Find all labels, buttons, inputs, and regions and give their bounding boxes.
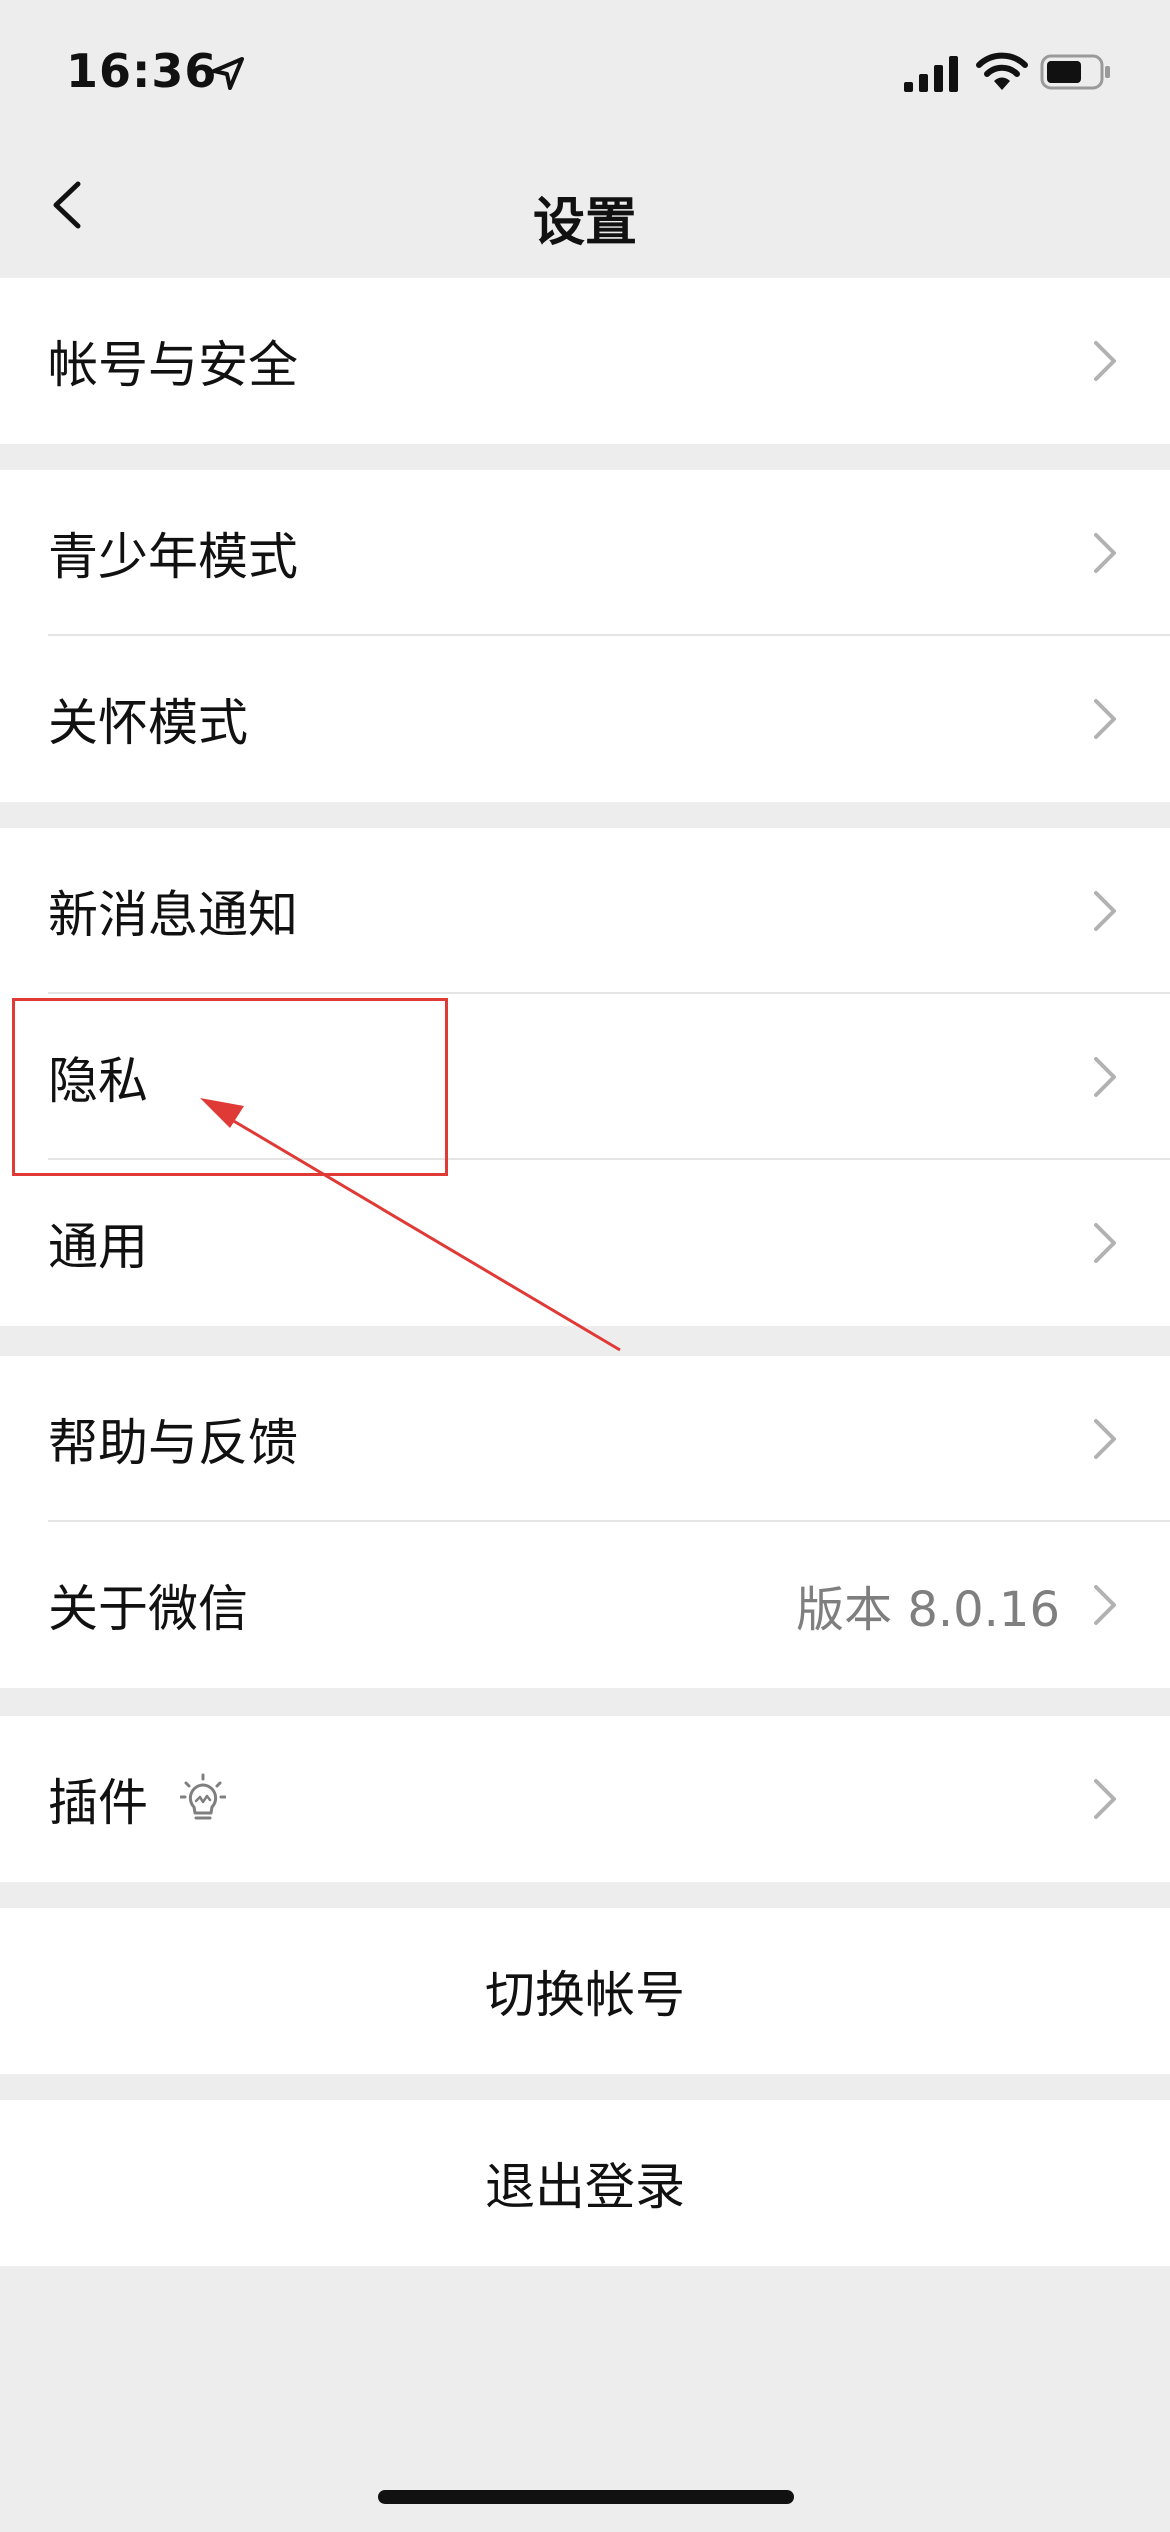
settings-item-care-mode[interactable]: 关怀模式: [0, 636, 1170, 802]
settings-group-plugins: 插件: [0, 1716, 1170, 1882]
settings-item-label: 关怀模式: [48, 694, 248, 752]
switch-account-label: 切换帐号: [485, 1966, 685, 2024]
settings-item-account-security[interactable]: 帐号与安全: [0, 278, 1170, 444]
logout-label: 退出登录: [485, 2158, 685, 2216]
chevron-right-icon: [1094, 341, 1116, 381]
page-title: 设置: [532, 193, 637, 253]
nav-bar: 设置: [0, 140, 1170, 275]
settings-item-about-wechat[interactable]: 关于微信 版本 8.0.16: [0, 1522, 1170, 1688]
settings-item-notifications[interactable]: 新消息通知: [0, 828, 1170, 994]
settings-item-label: 插件: [48, 1774, 148, 1832]
lightbulb-icon: [180, 1773, 226, 1820]
chevron-right-icon: [1094, 891, 1116, 931]
settings-item-plugins[interactable]: 插件: [0, 1716, 1170, 1882]
wifi-icon: [976, 52, 1028, 90]
settings-item-label: 新消息通知: [48, 886, 298, 944]
settings-item-privacy[interactable]: 隐私: [0, 994, 1170, 1160]
settings-item-help-feedback[interactable]: 帮助与反馈: [0, 1356, 1170, 1522]
settings-group-general: 新消息通知 隐私 通用: [0, 828, 1170, 1326]
status-bar: 16:36: [0, 0, 1170, 140]
status-time: 16:36: [66, 44, 218, 98]
settings-item-label: 通用: [48, 1218, 148, 1276]
settings-group-about: 帮助与反馈 关于微信 版本 8.0.16: [0, 1356, 1170, 1688]
settings-item-label: 帮助与反馈: [48, 1414, 298, 1472]
settings-item-label: 关于微信: [48, 1580, 248, 1638]
settings-group-account: 帐号与安全: [0, 278, 1170, 444]
settings-item-label: 青少年模式: [48, 528, 298, 586]
settings-item-youth-mode[interactable]: 青少年模式: [0, 470, 1170, 636]
chevron-right-icon: [1094, 1223, 1116, 1263]
chevron-right-icon: [1094, 1779, 1116, 1819]
chevron-right-icon: [1094, 1057, 1116, 1097]
settings-item-general[interactable]: 通用: [0, 1160, 1170, 1326]
switch-account-button[interactable]: 切换帐号: [0, 1908, 1170, 2074]
chevron-right-icon: [1094, 1419, 1116, 1459]
settings-item-label: 帐号与安全: [48, 336, 298, 394]
chevron-right-icon: [1094, 533, 1116, 573]
chevron-right-icon: [1094, 1585, 1116, 1625]
location-arrow-icon: [212, 57, 244, 90]
home-indicator: [378, 2490, 794, 2504]
logout-button[interactable]: 退出登录: [0, 2100, 1170, 2266]
switch-account-group: 切换帐号: [0, 1908, 1170, 2074]
settings-item-label: 隐私: [48, 1052, 148, 1110]
chevron-right-icon: [1094, 699, 1116, 739]
logout-group: 退出登录: [0, 2100, 1170, 2266]
version-text: 版本 8.0.16: [796, 1582, 1060, 1638]
signal-bars-icon: [904, 56, 958, 92]
settings-group-modes: 青少年模式 关怀模式: [0, 470, 1170, 802]
battery-icon: [1040, 54, 1110, 90]
